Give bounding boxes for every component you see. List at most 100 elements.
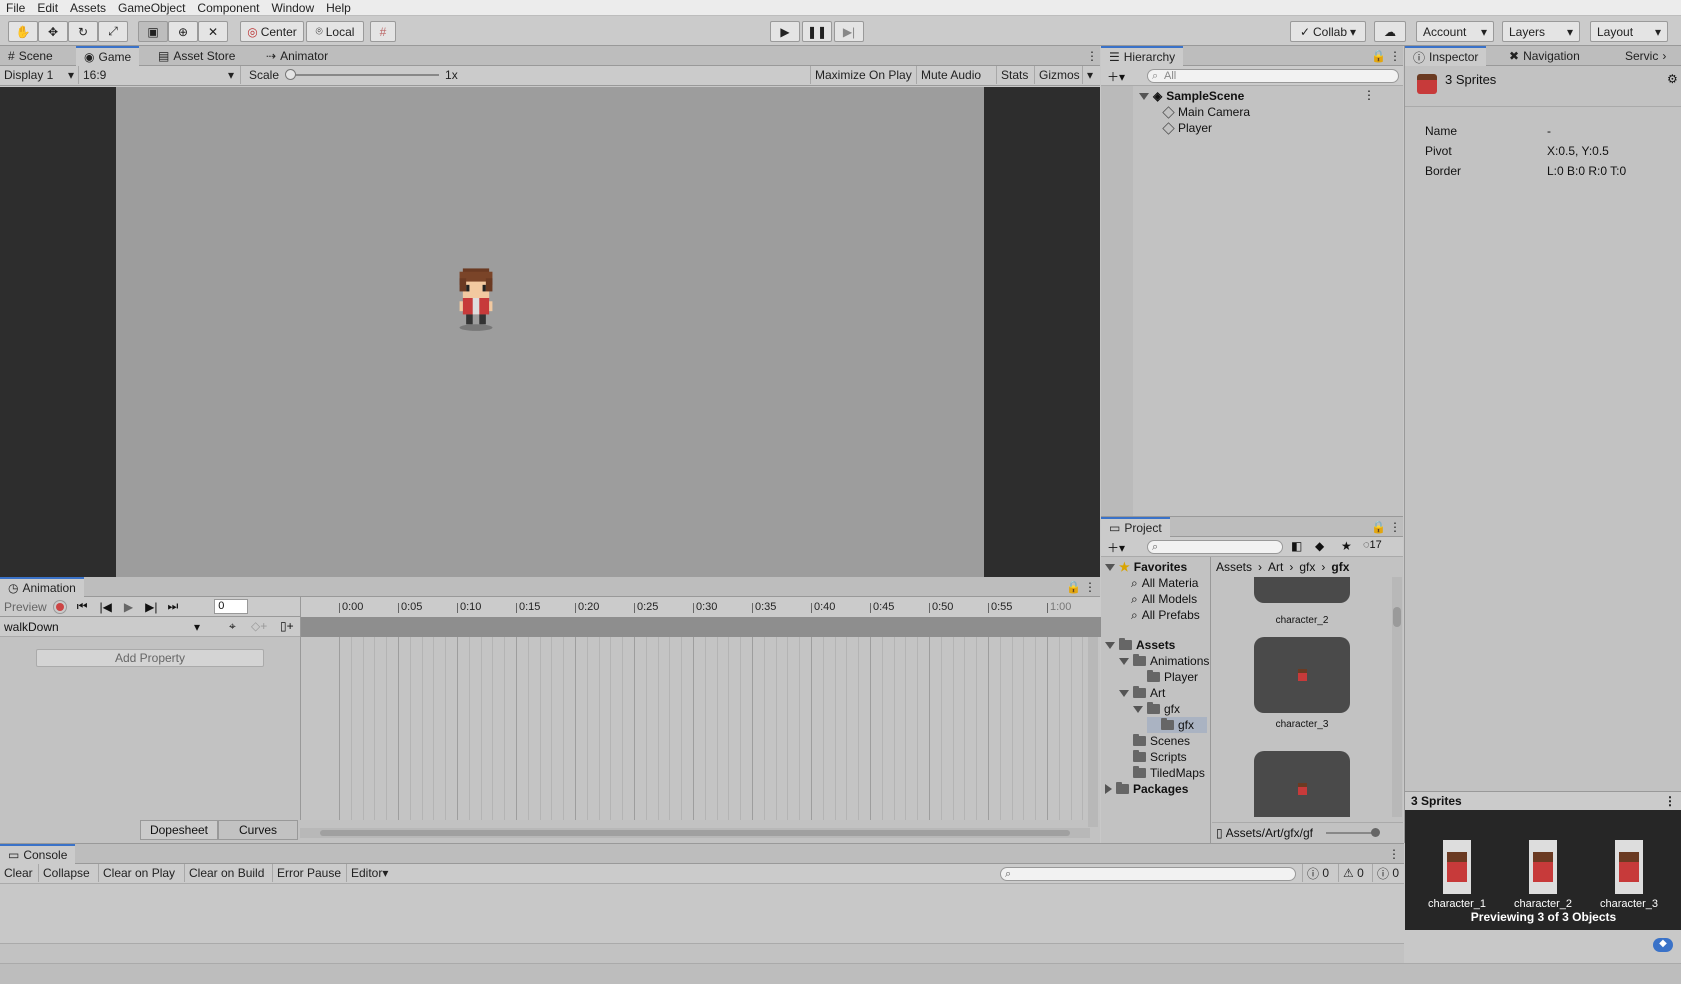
gizmos-dropdown[interactable]: ▾ <box>1082 66 1097 84</box>
error-count-toggle[interactable]: ⓘ 0 <box>1372 864 1403 882</box>
custom-tool-button[interactable]: ✕ <box>198 21 228 42</box>
pivot-center-button[interactable]: ◎ Center <box>240 21 304 42</box>
first-key-button[interactable]: ⏮ <box>77 599 88 614</box>
preview-toggle[interactable]: Preview <box>0 600 51 614</box>
maximize-on-play-toggle[interactable]: Maximize On Play <box>810 66 916 84</box>
cloud-button[interactable]: ☁ <box>1374 21 1406 42</box>
layout-dropdown[interactable]: Layout ▾ <box>1590 21 1668 42</box>
clip-dropdown[interactable]: walkDown ▾ <box>2 619 202 635</box>
packages-node[interactable]: Packages <box>1105 781 1188 797</box>
clear-on-build-toggle[interactable]: Clear on Build <box>184 864 268 882</box>
tab-hierarchy[interactable]: ☰ Hierarchy <box>1101 46 1184 66</box>
pause-button[interactable]: ❚❚ <box>802 21 832 42</box>
menu-assets[interactable]: Assets <box>64 1 112 15</box>
vertical-scrollbar[interactable] <box>1088 637 1098 827</box>
preview-header[interactable]: 3 Sprites ⋮ <box>1405 792 1681 810</box>
prev-key-button[interactable]: |◀ <box>100 600 112 614</box>
add-event-icon[interactable]: ▯+ <box>280 619 294 633</box>
fav-all-materials[interactable]: ⌕ All Materia <box>1131 575 1198 591</box>
play-button[interactable]: ▶ <box>770 21 800 42</box>
tree-folder-art[interactable]: Art <box>1119 685 1165 701</box>
next-key-button[interactable]: ▶| <box>145 600 157 614</box>
step-button[interactable]: ▶| <box>834 21 864 42</box>
tab-animator[interactable]: ⇢ Animator <box>258 46 336 66</box>
project-scrollbar[interactable] <box>1392 577 1402 817</box>
name-field[interactable]: - <box>1547 124 1551 138</box>
filter-label-icon[interactable]: ◆ <box>1315 539 1324 553</box>
last-key-button[interactable]: ⏭ <box>167 599 178 614</box>
aspect-dropdown[interactable]: 16:9 ▾ <box>78 66 238 84</box>
menu-component[interactable]: Component <box>191 1 265 15</box>
scrollbar-thumb[interactable] <box>320 830 1070 836</box>
tab-game[interactable]: ◉ Game <box>76 46 140 66</box>
record-button[interactable] <box>52 599 67 614</box>
scrollbar-thumb[interactable] <box>1393 607 1401 627</box>
tab-asset-store[interactable]: ▤ Asset Store <box>150 46 243 66</box>
breadcrumb-assets[interactable]: Assets <box>1216 560 1252 574</box>
frame-field[interactable]: 0 <box>214 599 249 614</box>
tree-folder-gfx[interactable]: gfx <box>1147 717 1207 733</box>
favorites-node[interactable]: ★ Favorites <box>1105 559 1187 575</box>
panel-menu-icon[interactable]: ⋮ <box>1664 794 1676 808</box>
console-search-input[interactable]: ⌕ <box>1000 867 1296 881</box>
dopesheet-tab[interactable]: Dopesheet <box>140 820 218 840</box>
tab-animation[interactable]: ◷ Animation <box>0 577 84 597</box>
rect-tool-button[interactable]: ▣ <box>138 21 168 42</box>
play-anim-button[interactable]: ▶ <box>124 600 133 614</box>
move-tool-button[interactable]: ✥ <box>38 21 68 42</box>
tab-services[interactable]: Servic › <box>1617 46 1674 66</box>
hierarchy-search-input[interactable]: ⌕ All <box>1147 69 1399 83</box>
tab-scene[interactable]: # Scene <box>0 46 61 66</box>
horizontal-scrollbar[interactable] <box>300 828 1090 838</box>
add-property-button[interactable]: Add Property <box>36 649 264 667</box>
tree-folder-scenes[interactable]: Scenes <box>1119 733 1190 749</box>
menu-gameobject[interactable]: GameObject <box>112 1 191 15</box>
game-canvas[interactable] <box>116 87 984 577</box>
menu-help[interactable]: Help <box>320 1 357 15</box>
pivot-field[interactable]: X:0.5, Y:0.5 <box>1547 144 1609 158</box>
tab-console[interactable]: ▭ Console <box>0 844 76 864</box>
tab-project[interactable]: ▭ Project <box>1101 517 1170 537</box>
breadcrumb-gfx-current[interactable]: gfx <box>1331 560 1349 574</box>
asset-tile[interactable] <box>1254 751 1350 817</box>
tree-folder-player[interactable]: Player <box>1133 669 1198 685</box>
settings-gear-icon[interactable]: ⚙ <box>1667 72 1678 86</box>
warning-count-toggle[interactable]: ⚠ 0 <box>1338 864 1368 882</box>
pivot-local-button[interactable]: ⌾ Local <box>306 21 364 42</box>
scale-slider-handle[interactable] <box>285 69 297 80</box>
error-pause-toggle[interactable]: Error Pause <box>272 864 345 882</box>
favorite-star-icon[interactable]: ★ <box>1341 539 1352 553</box>
slider-handle[interactable] <box>1370 827 1380 837</box>
project-search-input[interactable]: ⌕ <box>1147 540 1283 554</box>
curves-tab[interactable]: Curves <box>218 820 298 840</box>
menu-file[interactable]: File <box>0 1 31 15</box>
collapse-toggle[interactable]: Collapse <box>38 864 94 882</box>
asset-tile-character-3[interactable] <box>1254 637 1350 713</box>
panel-menu-icon[interactable]: ⋮ <box>1380 844 1408 864</box>
assets-node[interactable]: Assets <box>1105 637 1175 653</box>
collab-button[interactable]: ✓ Collab ▾ <box>1290 21 1366 42</box>
console-log-area[interactable] <box>0 884 1404 944</box>
tree-folder-scripts[interactable]: Scripts <box>1119 749 1187 765</box>
snap-button[interactable]: # <box>370 21 396 42</box>
create-asset-button[interactable]: ＋▾ <box>1107 539 1125 556</box>
scale-slider[interactable] <box>285 69 440 80</box>
menu-edit[interactable]: Edit <box>31 1 64 15</box>
tree-folder-animations[interactable]: Animations <box>1119 653 1209 669</box>
clear-on-play-toggle[interactable]: Clear on Play <box>98 864 179 882</box>
scene-menu-icon[interactable]: ⋮ <box>1363 88 1375 102</box>
layers-dropdown[interactable]: Layers ▾ <box>1502 21 1580 42</box>
fav-all-prefabs[interactable]: ⌕ All Prefabs <box>1131 607 1200 623</box>
keyframe-add-icon[interactable]: ⌖ <box>229 619 236 634</box>
hidden-count[interactable]: ◌17 <box>1363 539 1382 551</box>
hierarchy-item-player[interactable]: Player <box>1162 120 1212 136</box>
icon-size-slider[interactable] <box>1325 827 1380 837</box>
tab-inspector[interactable]: ⓘ Inspector <box>1405 46 1487 66</box>
gizmos-toggle[interactable]: Gizmos <box>1034 66 1084 84</box>
tab-navigation[interactable]: ✖ Navigation <box>1501 46 1588 66</box>
hierarchy-item-main-camera[interactable]: Main Camera <box>1162 104 1250 120</box>
tree-folder-tiledmaps[interactable]: TiledMaps <box>1119 765 1205 781</box>
scale-tool-button[interactable]: ⤢ <box>98 21 128 42</box>
account-dropdown[interactable]: Account ▾ <box>1416 21 1494 42</box>
tree-folder-gfx[interactable]: gfx <box>1133 701 1180 717</box>
